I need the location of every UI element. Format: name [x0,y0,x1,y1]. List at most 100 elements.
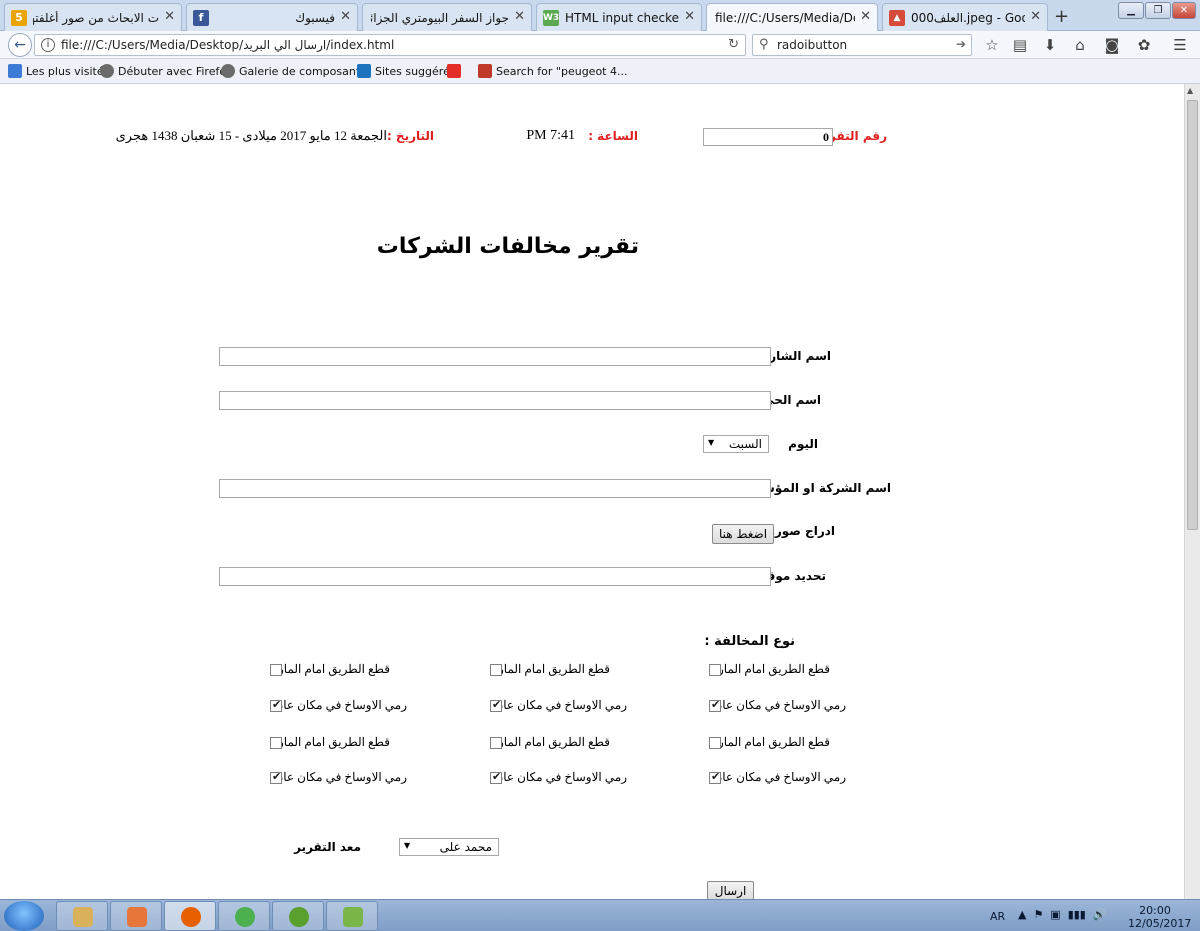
district-input[interactable] [219,391,771,410]
violation-checkbox[interactable] [490,664,502,676]
page-viewport: رقم التقرير 0 الساعة : 7:41 PM التاريخ :… [0,84,1184,899]
bookmark-getting-started[interactable]: Débuter avec Firefox [100,64,232,78]
bookmark-suggested-sites[interactable]: Sites suggérés [357,64,456,78]
day-label: اليوم [788,437,818,451]
home-icon[interactable]: ⌂ [1070,36,1090,54]
tab-title: فيسبوك [295,11,335,25]
search-icon: ⚲ [759,37,769,52]
violation-label: قطع الطريق امام المارة [271,662,390,676]
new-tab-icon[interactable]: + [1054,6,1069,27]
violation-checkbox-checked[interactable] [490,770,502,784]
location-input[interactable] [219,567,771,586]
report-number-value: 0 [823,130,829,144]
violation-checkbox[interactable] [709,737,721,749]
preparer-label: معد التقرير [294,840,361,854]
time-label: الساعة : [588,129,638,143]
bookmark-gallery[interactable]: Galerie de composant... [221,64,371,78]
scrollbar-thumb[interactable] [1187,100,1198,530]
bookmark-label: Galerie de composant... [239,65,371,78]
tab-0[interactable]: 5 ت الابحاث من صور أغلفتها على ✕ [4,3,182,31]
violation-label: رمي الاوساخ في مكان عام [714,770,846,784]
time-value: 7:41 PM [526,128,575,143]
chevron-down-icon: ▼ [404,841,411,850]
violation-checkbox[interactable] [270,664,282,676]
preparer-select[interactable]: محمد على ▼ [399,838,499,856]
violation-label: رمي الاوساخ في مكان عام [495,698,627,712]
back-arrow-icon[interactable]: ← [8,33,32,57]
windows-start-icon[interactable] [4,901,44,931]
close-icon[interactable]: ✕ [1030,9,1041,24]
violation-label: قطع الطريق امام المارة [491,735,610,749]
report-number-input[interactable]: 0 [703,128,833,146]
violation-checkbox-checked[interactable] [709,698,721,712]
close-window-icon[interactable]: ✕ [1172,2,1196,19]
pocket-icon[interactable]: ◙ [1102,36,1122,54]
tab-title: جواز السفر البيومتري الجزائري [371,11,509,25]
scroll-up-icon[interactable]: ▲ [1187,86,1193,95]
url-bar[interactable]: i file:///C:/Users/Media/Desktop/ارسال ا… [34,34,746,56]
bookmark-label: Sites suggérés [375,65,456,78]
youtube-icon [447,64,461,78]
tab-bar: 5 ت الابحاث من صور أغلفتها على ✕ f فيسبو… [0,0,1200,32]
bookmark-most-visited[interactable]: Les plus visités [8,64,109,78]
tab-5[interactable]: ▲ العلف000.jpeg - Google Dri ✕ [882,3,1048,31]
taskbar-chrome[interactable] [218,901,270,931]
tab-title: file:///C:/Users/Media/Desktop [715,11,855,25]
bookmark-search-peugeot[interactable]: Search for "peugeot 4... [478,64,627,78]
system-clock[interactable]: 20:00 12/05/2017 [1128,904,1191,930]
tab-4-active[interactable]: file:///C:/Users/Media/Desktop ✕ [706,3,878,32]
day-select[interactable]: السبت ▼ [703,435,769,453]
image-icon: ▲ [889,10,905,26]
menu-icon[interactable]: ☰ [1170,36,1190,54]
close-icon[interactable]: ✕ [684,9,695,24]
taskbar-firefox[interactable] [164,901,216,931]
close-icon[interactable]: ✕ [860,9,871,24]
search-input[interactable]: radoibutton [777,38,847,52]
date-value: الجمعة 12 مايو 2017 ميلادى - 15 شعبان 14… [115,128,387,143]
search-bar[interactable]: ⚲ radoibutton ➔ [752,34,972,56]
utorrent-icon [289,907,309,927]
url-text[interactable]: file:///C:/Users/Media/Desktop/ارسال الي… [61,38,394,52]
violation-checkbox[interactable] [490,737,502,749]
language-indicator[interactable]: AR [990,910,1005,923]
close-icon[interactable]: ✕ [164,9,175,24]
tab-2[interactable]: جواز السفر البيومتري الجزائري ✕ [362,3,532,31]
bookmark-youtube[interactable] [447,64,465,78]
tab-1[interactable]: f فيسبوك ✕ [186,3,358,31]
taskbar-editor[interactable] [326,901,378,931]
extension-icon[interactable]: ✿ [1134,36,1154,54]
violation-checkbox-checked[interactable] [270,698,282,712]
taskbar-media[interactable] [110,901,162,931]
company-input[interactable] [219,479,771,498]
close-icon[interactable]: ✕ [340,9,351,24]
violation-label: رمي الاوساخ في مكان عام [275,770,407,784]
violation-checkbox-checked[interactable] [709,770,721,784]
bookmark-star-icon[interactable]: ☆ [982,36,1002,54]
violation-checkbox[interactable] [270,737,282,749]
media-player-icon [127,907,147,927]
tray-icons[interactable]: ▲ ⚑ ▣ ▮▮▮ 🔊 [1018,908,1107,921]
reload-icon[interactable]: ↻ [728,37,739,52]
page-title: تقرير مخالفات الشركات [376,234,639,259]
arrow-right-icon[interactable]: ➔ [956,37,966,51]
info-icon[interactable]: i [41,38,55,52]
windows-taskbar: AR ▲ ⚑ ▣ ▮▮▮ 🔊 20:00 12/05/2017 [0,899,1200,931]
violation-checkbox[interactable] [709,664,721,676]
minimize-icon[interactable]: ▁ [1118,2,1144,19]
globe-icon [100,64,114,78]
violation-checkbox-checked[interactable] [270,770,282,784]
submit-button[interactable]: ارسال [707,881,754,899]
download-icon[interactable]: ⬇ [1040,36,1060,54]
tab-3[interactable]: W3 HTML input checked Attri ✕ [536,3,702,31]
street-input[interactable] [219,347,771,366]
facebook-icon: f [193,10,209,26]
taskbar-explorer[interactable] [56,901,108,931]
close-icon[interactable]: ✕ [514,9,525,24]
taskbar-utorrent[interactable] [272,901,324,931]
image-upload-button[interactable]: اضغط هنا [712,524,774,544]
bookmark-folder-icon [8,64,22,78]
restore-icon[interactable]: ❐ [1145,2,1171,19]
vertical-scrollbar[interactable]: ▲ [1184,84,1200,899]
reading-list-icon[interactable]: ▤ [1010,36,1030,54]
violation-checkbox-checked[interactable] [490,698,502,712]
